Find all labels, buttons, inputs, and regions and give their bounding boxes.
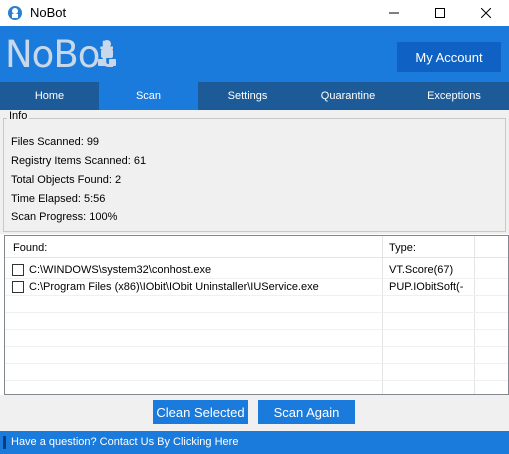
window-title: NoBot: [30, 5, 67, 20]
item-path: C:\WINDOWS\system32\conhost.exe: [29, 264, 212, 276]
list-item[interactable]: C:\Program Files (x86)\IObit\IObit Unins…: [5, 279, 508, 296]
files-scanned-label: Files Scanned: 99: [11, 136, 100, 148]
info-panel: Info Files Scanned: 99 Registry Items Sc…: [0, 110, 509, 234]
time-elapsed-label: Time Elapsed: 5:56: [11, 193, 106, 205]
tab-exceptions[interactable]: Exceptions: [399, 82, 509, 110]
empty-row: [5, 296, 508, 313]
maximize-button[interactable]: [417, 0, 463, 26]
app-header: NoBot My Account: [0, 26, 509, 82]
info-legend: Info: [7, 110, 30, 122]
maximize-icon: [435, 8, 445, 18]
tab-settings[interactable]: Settings: [198, 82, 297, 110]
tab-label: Exceptions: [427, 90, 481, 102]
empty-row: [5, 364, 508, 381]
row-checkbox[interactable]: [12, 264, 24, 276]
column-header-found[interactable]: Found:: [13, 242, 47, 254]
empty-row: [5, 313, 508, 330]
tab-scan[interactable]: Scan: [99, 82, 198, 110]
empty-row: [5, 330, 508, 347]
close-icon: [481, 8, 491, 18]
clean-selected-button[interactable]: Clean Selected: [153, 400, 248, 424]
column-header-type[interactable]: Type:: [389, 242, 416, 254]
list-item[interactable]: C:\WINDOWS\system32\conhost.exe VT.Score…: [5, 262, 508, 279]
minimize-icon: [389, 12, 399, 14]
row-checkbox[interactable]: [12, 281, 24, 293]
scan-progress-label: Scan Progress: 100%: [11, 211, 118, 223]
results-list[interactable]: Found: Type: C:\WINDOWS\system32\conhost…: [4, 235, 509, 395]
item-type: VT.Score(67): [389, 264, 454, 276]
footer-bar[interactable]: Have a question? Contact Us By Clicking …: [0, 431, 509, 454]
action-bar: Clean Selected Scan Again: [0, 395, 509, 431]
footer-accent: [3, 436, 6, 449]
tab-quarantine[interactable]: Quarantine: [297, 82, 399, 110]
empty-row: [5, 347, 508, 364]
scan-again-button[interactable]: Scan Again: [258, 400, 355, 424]
tab-label: Home: [34, 90, 65, 102]
tab-label: Scan: [135, 90, 162, 102]
minimize-button[interactable]: [371, 0, 417, 26]
close-button[interactable]: [463, 0, 509, 26]
robot-logo-icon: [98, 40, 116, 66]
nobot-app-icon: [8, 6, 22, 20]
objects-found-label: Total Objects Found: 2: [11, 174, 122, 186]
tab-label: Settings: [227, 90, 268, 102]
item-type: PUP.IObitSoft(-: [389, 281, 464, 293]
tab-home[interactable]: Home: [0, 82, 99, 110]
contact-link[interactable]: Have a question? Contact Us By Clicking …: [11, 436, 238, 448]
registry-items-label: Registry Items Scanned: 61: [11, 155, 147, 167]
item-path: C:\Program Files (x86)\IObit\IObit Unins…: [29, 281, 319, 293]
tab-label: Quarantine: [320, 90, 376, 102]
my-account-button[interactable]: My Account: [397, 42, 501, 72]
list-header: Found: Type:: [5, 236, 508, 258]
title-bar: NoBot: [0, 0, 509, 26]
main-nav: Home Scan Settings Quarantine Exceptions: [0, 82, 509, 110]
